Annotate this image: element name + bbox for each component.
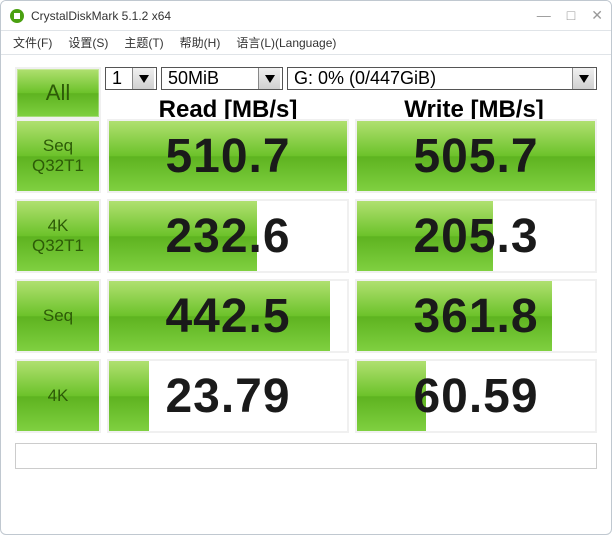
read-cell: 510.7 bbox=[107, 119, 349, 193]
test-count-select[interactable]: 1 bbox=[105, 67, 157, 90]
maximize-button[interactable]: □ bbox=[567, 7, 575, 24]
result-rows: SeqQ32T1510.7505.74KQ32T1232.6205.3Seq44… bbox=[15, 119, 597, 433]
progress-fill bbox=[109, 361, 149, 431]
chevron-down-icon bbox=[572, 68, 594, 89]
read-cell: 442.5 bbox=[107, 279, 349, 353]
read-value: 510.7 bbox=[165, 129, 290, 184]
minimize-button[interactable]: — bbox=[537, 7, 551, 24]
read-value: 442.5 bbox=[165, 289, 290, 344]
window-controls: — □ ✕ bbox=[537, 7, 603, 24]
read-value: 23.79 bbox=[165, 369, 290, 424]
test-count-value: 1 bbox=[112, 68, 122, 89]
test-button-0[interactable]: SeqQ32T1 bbox=[15, 119, 101, 193]
app-window: CrystalDiskMark 5.1.2 x64 — □ ✕ 文件(F) 设置… bbox=[0, 0, 612, 535]
menu-theme[interactable]: 主题(T) bbox=[118, 32, 169, 53]
write-value: 505.7 bbox=[413, 129, 538, 184]
write-value: 205.3 bbox=[413, 209, 538, 264]
menu-settings[interactable]: 设置(S) bbox=[62, 32, 114, 53]
test-button-1[interactable]: 4KQ32T1 bbox=[15, 199, 101, 273]
titlebar: CrystalDiskMark 5.1.2 x64 — □ ✕ bbox=[1, 1, 611, 31]
write-value: 361.8 bbox=[413, 289, 538, 344]
test-label: Seq bbox=[43, 136, 73, 156]
close-button[interactable]: ✕ bbox=[591, 7, 603, 24]
status-bar bbox=[15, 443, 597, 469]
content-area: All 1 50MiB G: 0% (0/447GiB) bbox=[1, 55, 611, 534]
selects-wrap: 1 50MiB G: 0% (0/447GiB) Read [MB/s] Wri… bbox=[105, 67, 597, 119]
write-cell: 205.3 bbox=[355, 199, 597, 273]
top-controls: All 1 50MiB G: 0% (0/447GiB) bbox=[15, 67, 597, 119]
result-row: SeqQ32T1 510.7 505.7 bbox=[15, 119, 597, 193]
write-value: 60.59 bbox=[413, 369, 538, 424]
chevron-down-icon bbox=[132, 68, 154, 89]
menu-help[interactable]: 帮助(H) bbox=[174, 32, 227, 53]
test-label: Seq bbox=[43, 306, 73, 326]
write-cell: 361.8 bbox=[355, 279, 597, 353]
result-row: Seq 442.5 361.8 bbox=[15, 279, 597, 353]
test-size-value: 50MiB bbox=[168, 68, 219, 89]
drive-value: G: 0% (0/447GiB) bbox=[294, 68, 436, 89]
read-cell: 232.6 bbox=[107, 199, 349, 273]
app-icon bbox=[9, 8, 25, 24]
window-title: CrystalDiskMark 5.1.2 x64 bbox=[31, 9, 537, 23]
result-row: 4K 23.79 60.59 bbox=[15, 359, 597, 433]
menubar: 文件(F) 设置(S) 主题(T) 帮助(H) 语言(L)(Language) bbox=[1, 31, 611, 55]
test-size-select[interactable]: 50MiB bbox=[161, 67, 283, 90]
test-button-2[interactable]: Seq bbox=[15, 279, 101, 353]
menu-file[interactable]: 文件(F) bbox=[7, 32, 58, 53]
read-cell: 23.79 bbox=[107, 359, 349, 433]
test-label: 4K bbox=[48, 216, 69, 236]
all-button[interactable]: All bbox=[15, 67, 101, 119]
test-sublabel: Q32T1 bbox=[32, 156, 84, 176]
drive-select[interactable]: G: 0% (0/447GiB) bbox=[287, 67, 597, 90]
test-button-3[interactable]: 4K bbox=[15, 359, 101, 433]
test-sublabel: Q32T1 bbox=[32, 236, 84, 256]
write-cell: 60.59 bbox=[355, 359, 597, 433]
test-label: 4K bbox=[48, 386, 69, 406]
menu-language[interactable]: 语言(L)(Language) bbox=[230, 32, 342, 53]
read-value: 232.6 bbox=[165, 209, 290, 264]
result-row: 4KQ32T1 232.6 205.3 bbox=[15, 199, 597, 273]
chevron-down-icon bbox=[258, 68, 280, 89]
write-cell: 505.7 bbox=[355, 119, 597, 193]
